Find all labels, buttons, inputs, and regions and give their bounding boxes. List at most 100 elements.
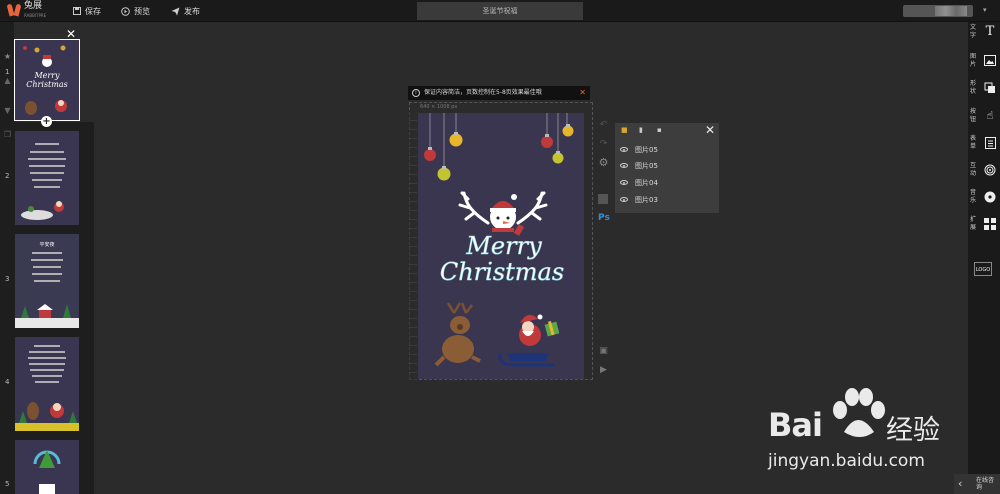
document-title[interactable]: 圣诞节祝福 (417, 2, 583, 20)
top-bar: 兔展 RABBITPRE 保存 预览 发布 圣诞节祝福 ▾ (0, 0, 1000, 22)
close-icon[interactable]: ✕ (66, 28, 76, 40)
page-number: 4 (5, 378, 10, 386)
canvas-size-label: 640 × 1008 px (420, 104, 458, 110)
page-thumbnail-1[interactable]: Merry Christmas (14, 39, 80, 121)
page-canvas[interactable]: Merry Christmas (418, 113, 584, 379)
layers-icon[interactable] (598, 194, 608, 204)
svg-text:Christmas: Christmas (26, 80, 67, 89)
add-page-button[interactable]: + (41, 116, 52, 127)
canvas-artwork[interactable]: Merry Christmas (418, 113, 584, 379)
folder-icon[interactable]: ■ (621, 126, 628, 134)
rabbit-logo-icon (8, 4, 20, 18)
svg-text:Merry: Merry (465, 232, 542, 260)
thumbnail-art: Merry Christmas (23, 45, 68, 115)
sidebar-label: 文字 (970, 24, 977, 39)
preview-icon (121, 6, 130, 16)
sidebar-label: 表单 (970, 135, 977, 150)
form-icon (984, 137, 996, 149)
sidebar-label: 扩展 (970, 216, 977, 231)
layer-item[interactable]: 图片05 (615, 142, 719, 158)
close-icon[interactable]: ✕ (579, 86, 586, 100)
avatar (935, 6, 967, 16)
hand-pointer-icon: ☝ (986, 109, 994, 122)
component-sidebar: 文字 T 图片 形状 按钮 ☝ 表单 互动 音乐 扩展 (968, 22, 1000, 494)
publish-label: 发布 (184, 6, 200, 16)
photoshop-import-icon[interactable]: Ps (598, 213, 610, 223)
page-number: 1 (5, 68, 10, 76)
tip-notice: i 保证内容简洁，页数控制在5-8页效果最佳哦 ✕ (408, 86, 590, 100)
save-icon[interactable]: ▣ (598, 346, 609, 356)
copy-icon[interactable]: ❐ (3, 130, 12, 139)
save-icon (72, 7, 81, 16)
chevron-down-icon[interactable]: ▾ (983, 6, 987, 14)
image-icon (984, 55, 996, 67)
layer-panel: ■ ▮ ▪ ✕ 图片05 图片05 图片04 图片03 (615, 123, 719, 213)
play-icon[interactable]: ▶ (598, 365, 609, 375)
layer-name: 图片04 (635, 179, 658, 187)
page-thumbnail-2[interactable] (15, 131, 79, 225)
music-disc-icon (984, 191, 996, 203)
preview-button[interactable]: 预览 (121, 4, 150, 18)
eye-icon[interactable] (620, 147, 628, 152)
trash-icon[interactable]: ▮ (639, 126, 643, 134)
layer-item[interactable]: 图片05 (615, 158, 719, 174)
user-account[interactable] (903, 5, 973, 17)
chevron-left-icon: ‹ (958, 477, 963, 490)
add-logo-button[interactable]: LOGO (974, 262, 992, 276)
save-button[interactable]: 保存 (72, 4, 101, 18)
layer-item[interactable]: 图片04 (615, 175, 719, 191)
lock-icon[interactable]: ▪ (657, 126, 662, 134)
eye-icon[interactable] (620, 197, 628, 202)
text-icon: T (985, 24, 995, 39)
page-thumbnail-4[interactable] (15, 337, 79, 431)
baidu-jingyan-watermark: Bai 经验 jingyan.baidu.com (768, 388, 948, 478)
paper-plane-icon (171, 7, 180, 16)
app-logo[interactable]: 兔展 RABBITPRE (8, 1, 47, 19)
star-icon[interactable]: ★ (3, 52, 12, 61)
undo-icon[interactable]: ↶ (598, 120, 609, 130)
svg-text:Merry: Merry (33, 71, 60, 80)
arrow-down-icon[interactable]: ▼ (3, 106, 12, 115)
page-list: ★ ▲ ▼ ❐ ✕ 1 Merry Christmas + 2 3 平安夜 4 … (0, 22, 94, 494)
publish-button[interactable]: 发布 (171, 4, 200, 18)
gear-icon[interactable]: ⚙ (598, 156, 609, 169)
layer-name: 图片05 (635, 146, 658, 154)
online-consult-button[interactable]: ‹ 在线咨询 (954, 474, 1000, 494)
sidebar-label: 形状 (970, 80, 977, 95)
page-number: 5 (5, 480, 10, 488)
page-thumbnail-3[interactable]: 平安夜 (15, 234, 79, 328)
info-icon: i (412, 89, 420, 97)
shape-icon (984, 82, 996, 94)
layer-name: 图片03 (635, 196, 658, 204)
watermark-brand: Bai (768, 406, 823, 444)
sidebar-label: 图片 (970, 53, 977, 68)
page-thumbnail-5[interactable] (15, 440, 79, 494)
page-number: 3 (5, 275, 10, 283)
baidu-paw-icon (833, 388, 885, 437)
sidebar-label: 按钮 (970, 108, 977, 123)
left-tool-column: ★ ▲ ▼ ❐ (0, 44, 14, 144)
tip-text: 保证内容简洁，页数控制在5-8页效果最佳哦 (424, 89, 542, 96)
preview-label: 预览 (134, 6, 150, 16)
watermark-brand-cn: 经验 (886, 415, 940, 446)
sidebar-label: 互动 (970, 162, 977, 177)
consult-label: 在线咨询 (976, 477, 995, 491)
layer-item[interactable]: 图片03 (615, 192, 719, 208)
watermark-url: jingyan.baidu.com (768, 451, 925, 471)
grid-plus-icon (984, 218, 996, 230)
layer-panel-header: ■ ▮ ▪ ✕ (615, 123, 719, 137)
arrow-up-icon[interactable]: ▲ (3, 76, 12, 85)
eye-icon[interactable] (620, 180, 628, 185)
sidebar-label: 音乐 (970, 189, 977, 204)
logo-text: 兔展 RABBITPRE (24, 1, 47, 19)
svg-text:Christmas: Christmas (440, 258, 564, 286)
editor-root: 兔展 RABBITPRE 保存 预览 发布 圣诞节祝福 ▾ ★ ▲ ▼ ❐ ✕ … (0, 0, 1000, 494)
add-extension-button[interactable]: 扩展 (968, 214, 1000, 248)
redo-icon[interactable]: ↷ (598, 139, 609, 149)
eye-icon[interactable] (620, 163, 628, 168)
page-number: 2 (5, 172, 10, 180)
fingerprint-icon (984, 164, 996, 176)
vertical-ruler (409, 112, 417, 380)
close-icon[interactable]: ✕ (705, 123, 715, 137)
save-label: 保存 (85, 6, 101, 16)
